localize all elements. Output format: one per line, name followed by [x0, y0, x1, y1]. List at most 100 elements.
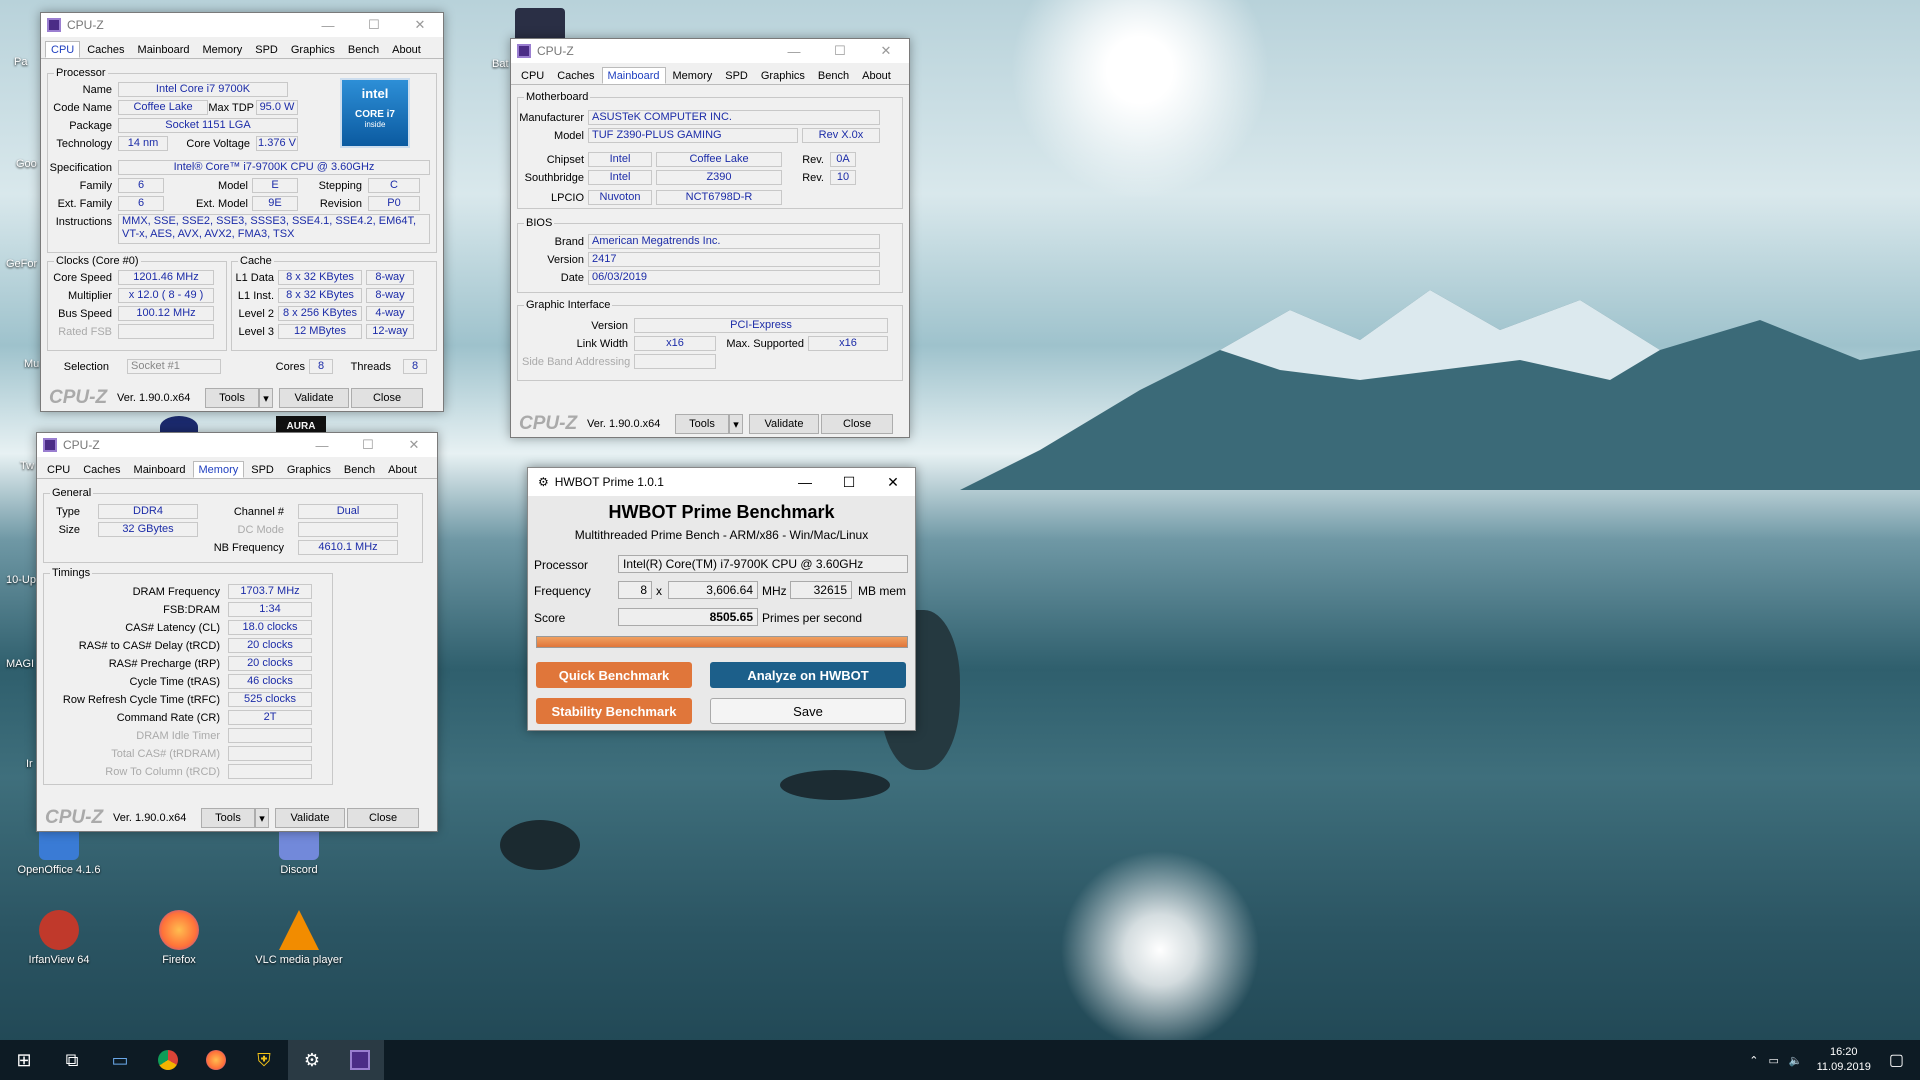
tab-about[interactable]: About [856, 67, 897, 84]
tab-graphics[interactable]: Graphics [281, 461, 337, 478]
tab-spd[interactable]: SPD [719, 67, 754, 84]
chevron-up-icon[interactable]: ⌃ [1749, 1054, 1758, 1067]
minimize-icon[interactable]: — [783, 474, 827, 490]
selection-dropdown[interactable]: Socket #1 [127, 359, 221, 374]
tab-bench[interactable]: Bench [338, 461, 381, 478]
tab-graphics[interactable]: Graphics [285, 41, 341, 58]
tab-caches[interactable]: Caches [551, 67, 600, 84]
multiplier-label: Multiplier [67, 290, 112, 302]
timing-value: 2T [228, 710, 312, 725]
cpuz-taskbar-icon[interactable] [336, 1040, 384, 1080]
close-icon[interactable]: ✕ [863, 43, 909, 59]
clock-date: 11.09.2019 [1816, 1061, 1871, 1073]
processor-group: Processor Name Intel Core i7 9700K Code … [47, 67, 437, 253]
tab-cpu[interactable]: CPU [45, 41, 81, 58]
tab-about[interactable]: About [386, 41, 427, 58]
tools-dropdown-icon[interactable]: ▾ [259, 388, 273, 408]
cpuz-logo: CPU-Z [519, 413, 578, 434]
chrome-icon[interactable] [144, 1040, 192, 1080]
l1inst-label: L1 Inst. [237, 290, 274, 302]
tools-dropdown-icon[interactable]: ▾ [729, 414, 743, 434]
maximize-icon[interactable]: ☐ [827, 474, 871, 491]
wallpaper-sun-reflection [1060, 850, 1260, 1040]
close-icon[interactable]: ✕ [397, 17, 443, 33]
tools-button[interactable]: Tools [201, 808, 255, 828]
validate-button[interactable]: Validate [279, 388, 349, 408]
title-bar[interactable]: CPU-Z — ☐ ✕ [511, 39, 909, 63]
quick-benchmark-button[interactable]: Quick Benchmark [536, 662, 692, 688]
close-button[interactable]: Close [351, 388, 423, 408]
manufacturer-label: Manufacturer [519, 112, 584, 124]
tab-graphics[interactable]: Graphics [755, 67, 811, 84]
close-button[interactable]: Close [347, 808, 419, 828]
timing-value: 20 clocks [228, 638, 312, 653]
tab-bench[interactable]: Bench [342, 41, 385, 58]
validate-button[interactable]: Validate [275, 808, 345, 828]
maximize-icon[interactable]: ☐ [345, 437, 391, 453]
windows-start-icon[interactable]: ⊞ [0, 1040, 48, 1080]
desktop-icon-label: Firefox [162, 954, 196, 966]
stability-benchmark-button[interactable]: Stability Benchmark [536, 698, 692, 724]
hwbot-taskbar-icon[interactable]: ⚙ [288, 1040, 336, 1080]
title-bar[interactable]: CPU-Z — ☐ ✕ [41, 13, 443, 37]
minimize-icon[interactable]: — [305, 18, 351, 33]
desktop-icon-vlc[interactable]: VLC media player [254, 910, 344, 966]
task-view-icon[interactable]: ⧉ [48, 1040, 96, 1080]
brand-value: American Megatrends Inc. [588, 234, 880, 249]
validate-button[interactable]: Validate [749, 414, 819, 434]
score-label: Score [534, 611, 566, 625]
close-icon[interactable]: ✕ [391, 437, 437, 453]
tab-memory[interactable]: Memory [192, 461, 245, 478]
wallpaper-rock [500, 820, 580, 870]
tab-caches[interactable]: Caches [77, 461, 126, 478]
chipset-rev-value: 0A [830, 152, 856, 167]
firefox-icon[interactable] [192, 1040, 240, 1080]
busspeed-value: 100.12 MHz [118, 306, 214, 321]
volume-icon[interactable]: 🔈 [1789, 1054, 1803, 1067]
tab-memory[interactable]: Memory [667, 67, 719, 84]
maximize-icon[interactable]: ☐ [817, 43, 863, 59]
clock[interactable]: 16:20 11.09.2019 [1817, 1045, 1871, 1075]
family-value: 6 [118, 178, 164, 193]
sideband-value [634, 354, 716, 369]
tab-mainboard[interactable]: Mainboard [132, 41, 196, 58]
close-button[interactable]: Close [821, 414, 893, 434]
tab-memory[interactable]: Memory [197, 41, 249, 58]
tab-spd[interactable]: SPD [249, 41, 284, 58]
group-label: BIOS [524, 217, 555, 229]
title-bar[interactable]: CPU-Z — ☐ ✕ [37, 433, 437, 457]
tools-button[interactable]: Tools [675, 414, 729, 434]
desktop-app-icon[interactable] [515, 8, 565, 42]
desktop-icon-firefox[interactable]: Firefox [134, 910, 224, 966]
lpcio-name: NCT6798D-R [656, 190, 782, 205]
size-value: 32 GBytes [98, 522, 198, 537]
tools-button[interactable]: Tools [205, 388, 259, 408]
file-explorer-icon[interactable]: ▭ [96, 1040, 144, 1080]
notification-icon[interactable]: ▢ [1889, 1050, 1904, 1070]
version-text: Ver. 1.90.0.x64 [117, 392, 191, 404]
specification-label: Specification [49, 162, 112, 174]
save-button[interactable]: Save [710, 698, 906, 724]
footer: CPU-Z Ver. 1.90.0.x64 Tools ▾ Validate C… [37, 805, 437, 831]
analyze-on-hwbot-button[interactable]: Analyze on HWBOT [710, 662, 906, 688]
level3-label: Level 3 [238, 326, 274, 338]
network-icon[interactable]: ▭ [1769, 1054, 1779, 1067]
tools-dropdown-icon[interactable]: ▾ [255, 808, 269, 828]
desktop-icon-irfanview[interactable]: IrfanView 64 [14, 910, 104, 966]
title-bar[interactable]: ⚙ HWBOT Prime 1.0.1 — ☐ ✕ [528, 468, 915, 496]
intel-logo-text: intel [361, 86, 389, 101]
minimize-icon[interactable]: — [771, 44, 817, 59]
tab-mainboard[interactable]: Mainboard [128, 461, 192, 478]
clock-time: 16:20 [1829, 1046, 1858, 1058]
tab-about[interactable]: About [382, 461, 423, 478]
close-icon[interactable]: ✕ [871, 474, 915, 491]
tab-bench[interactable]: Bench [812, 67, 855, 84]
tab-caches[interactable]: Caches [81, 41, 130, 58]
maximize-icon[interactable]: ☐ [351, 17, 397, 33]
minimize-icon[interactable]: — [299, 438, 345, 453]
tab-cpu[interactable]: CPU [41, 461, 76, 478]
tab-cpu[interactable]: CPU [515, 67, 550, 84]
shield-icon[interactable]: ⛨ [240, 1040, 288, 1080]
tab-spd[interactable]: SPD [245, 461, 280, 478]
tab-mainboard[interactable]: Mainboard [601, 67, 666, 84]
